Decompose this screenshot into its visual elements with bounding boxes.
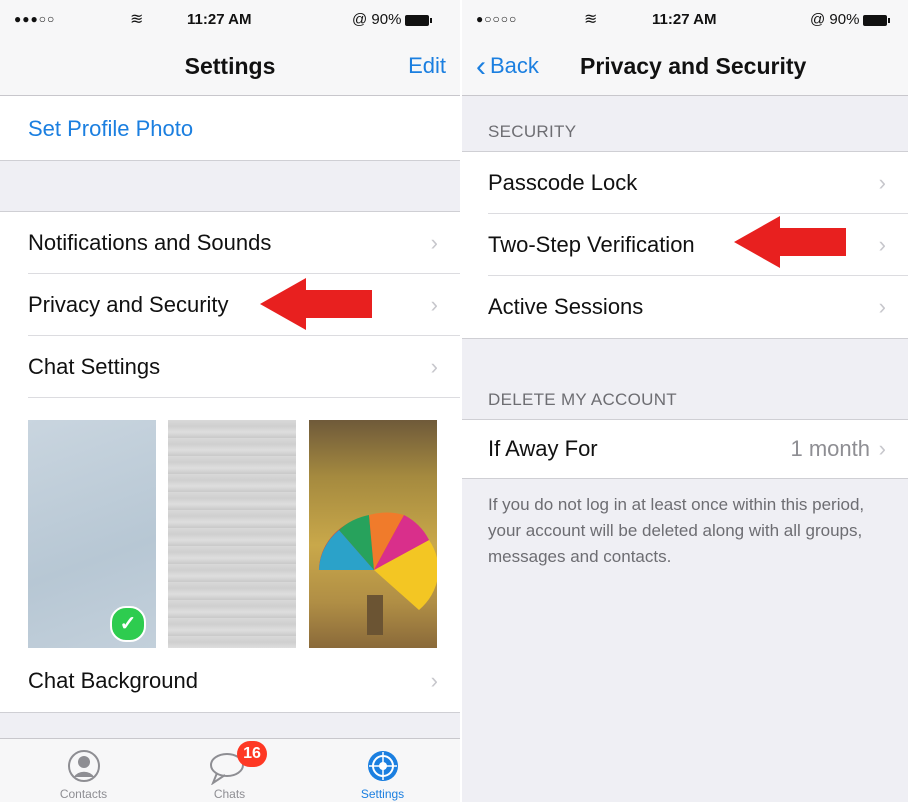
page-title: Settings bbox=[184, 53, 276, 79]
row-label: Privacy and Security bbox=[28, 292, 229, 317]
chevron-right-icon: › bbox=[430, 292, 438, 317]
row-label: Chat Background bbox=[28, 668, 198, 693]
status-bar: ●○○○○ ≋ 11:27 AM @ 90% bbox=[462, 0, 908, 40]
chevron-left-icon: ‹ bbox=[476, 50, 486, 83]
row-passcode-lock[interactable]: Passcode Lock › bbox=[462, 152, 908, 214]
row-label: Passcode Lock bbox=[488, 170, 638, 195]
status-time: 11:27 AM bbox=[652, 11, 717, 28]
tab-label: Chats bbox=[213, 787, 246, 801]
row-privacy-and-security[interactable]: Privacy and Security › bbox=[0, 274, 460, 336]
battery-icon bbox=[863, 14, 891, 26]
background-thumbnail-blue[interactable]: ✓ bbox=[28, 420, 156, 648]
signal-strength: ●○○○○ bbox=[476, 12, 518, 26]
signal-strength: ●●●○○ bbox=[14, 12, 56, 26]
umbrella-image bbox=[319, 512, 437, 635]
settings-screen: ●●●○○ ≋ 11:27 AM @ 90% Settings Edit Set… bbox=[0, 0, 460, 802]
status-bar: ●●●○○ ≋ 11:27 AM @ 90% bbox=[0, 0, 460, 40]
tab-label: Contacts bbox=[59, 787, 108, 801]
set-profile-photo-cell[interactable]: Set Profile Photo bbox=[0, 96, 460, 160]
row-label: Chat Settings bbox=[28, 354, 161, 379]
contacts-icon bbox=[68, 750, 100, 782]
row-label: Notifications and Sounds bbox=[28, 230, 272, 255]
tab-contacts[interactable]: Contacts bbox=[7, 739, 160, 802]
settings-icon bbox=[368, 751, 398, 781]
selected-check-icon: ✓ bbox=[110, 606, 146, 642]
battery-status: @ 90% bbox=[352, 11, 433, 28]
row-active-sessions[interactable]: Active Sessions › bbox=[462, 276, 908, 338]
back-button[interactable]: ‹ Back bbox=[476, 52, 539, 82]
red-arrow-indicator bbox=[734, 216, 846, 268]
row-if-away-for[interactable]: If Away For 1 month › bbox=[462, 420, 908, 478]
background-thumbnail-umbrella[interactable] bbox=[309, 420, 437, 648]
page-title: Privacy and Security bbox=[580, 53, 807, 79]
row-label: Active Sessions bbox=[488, 294, 644, 319]
red-arrow-indicator bbox=[260, 278, 372, 330]
chevron-right-icon: › bbox=[878, 232, 886, 257]
row-label: If Away For bbox=[488, 436, 598, 461]
unread-badge: 16 bbox=[237, 741, 267, 767]
section-header-security: SECURITY bbox=[488, 122, 577, 141]
row-label: Two-Step Verification bbox=[488, 232, 695, 257]
row-chat-background[interactable]: Chat Background › bbox=[0, 650, 460, 712]
wifi-icon: ≋ bbox=[584, 11, 598, 28]
navigation-bar: ‹ Back Privacy and Security bbox=[462, 40, 908, 96]
edit-button[interactable]: Edit bbox=[408, 53, 446, 79]
chevron-right-icon: › bbox=[878, 294, 886, 319]
set-profile-photo-link[interactable]: Set Profile Photo bbox=[28, 116, 193, 142]
battery-icon bbox=[405, 14, 433, 26]
chevron-right-icon: › bbox=[430, 668, 438, 693]
battery-status: @ 90% bbox=[810, 11, 891, 28]
chevron-right-icon: › bbox=[430, 230, 438, 255]
away-duration-value: 1 month bbox=[790, 436, 871, 461]
row-notifications-and-sounds[interactable]: Notifications and Sounds › bbox=[0, 212, 460, 274]
tab-label: Settings bbox=[360, 787, 405, 801]
row-chat-settings[interactable]: Chat Settings › bbox=[0, 336, 460, 398]
chevron-right-icon: › bbox=[878, 170, 886, 195]
privacy-and-security-screen: ●○○○○ ≋ 11:27 AM @ 90% ‹ Back Privacy and… bbox=[462, 0, 908, 802]
background-thumbnail-gray[interactable] bbox=[168, 420, 296, 648]
tab-chats[interactable]: 16 Chats bbox=[153, 739, 306, 802]
chevron-right-icon: › bbox=[878, 436, 886, 461]
navigation-bar: Settings Edit bbox=[0, 40, 460, 96]
tab-settings[interactable]: Settings bbox=[306, 739, 459, 802]
wifi-icon: ≋ bbox=[130, 11, 144, 28]
delete-account-footer-note: If you do not log in at least once withi… bbox=[488, 495, 865, 566]
section-header-delete-account: DELETE MY ACCOUNT bbox=[488, 390, 677, 409]
tab-bar: Contacts 16 Chats Settings bbox=[0, 738, 460, 802]
status-time: 11:27 AM bbox=[187, 11, 252, 28]
chevron-right-icon: › bbox=[430, 354, 438, 379]
